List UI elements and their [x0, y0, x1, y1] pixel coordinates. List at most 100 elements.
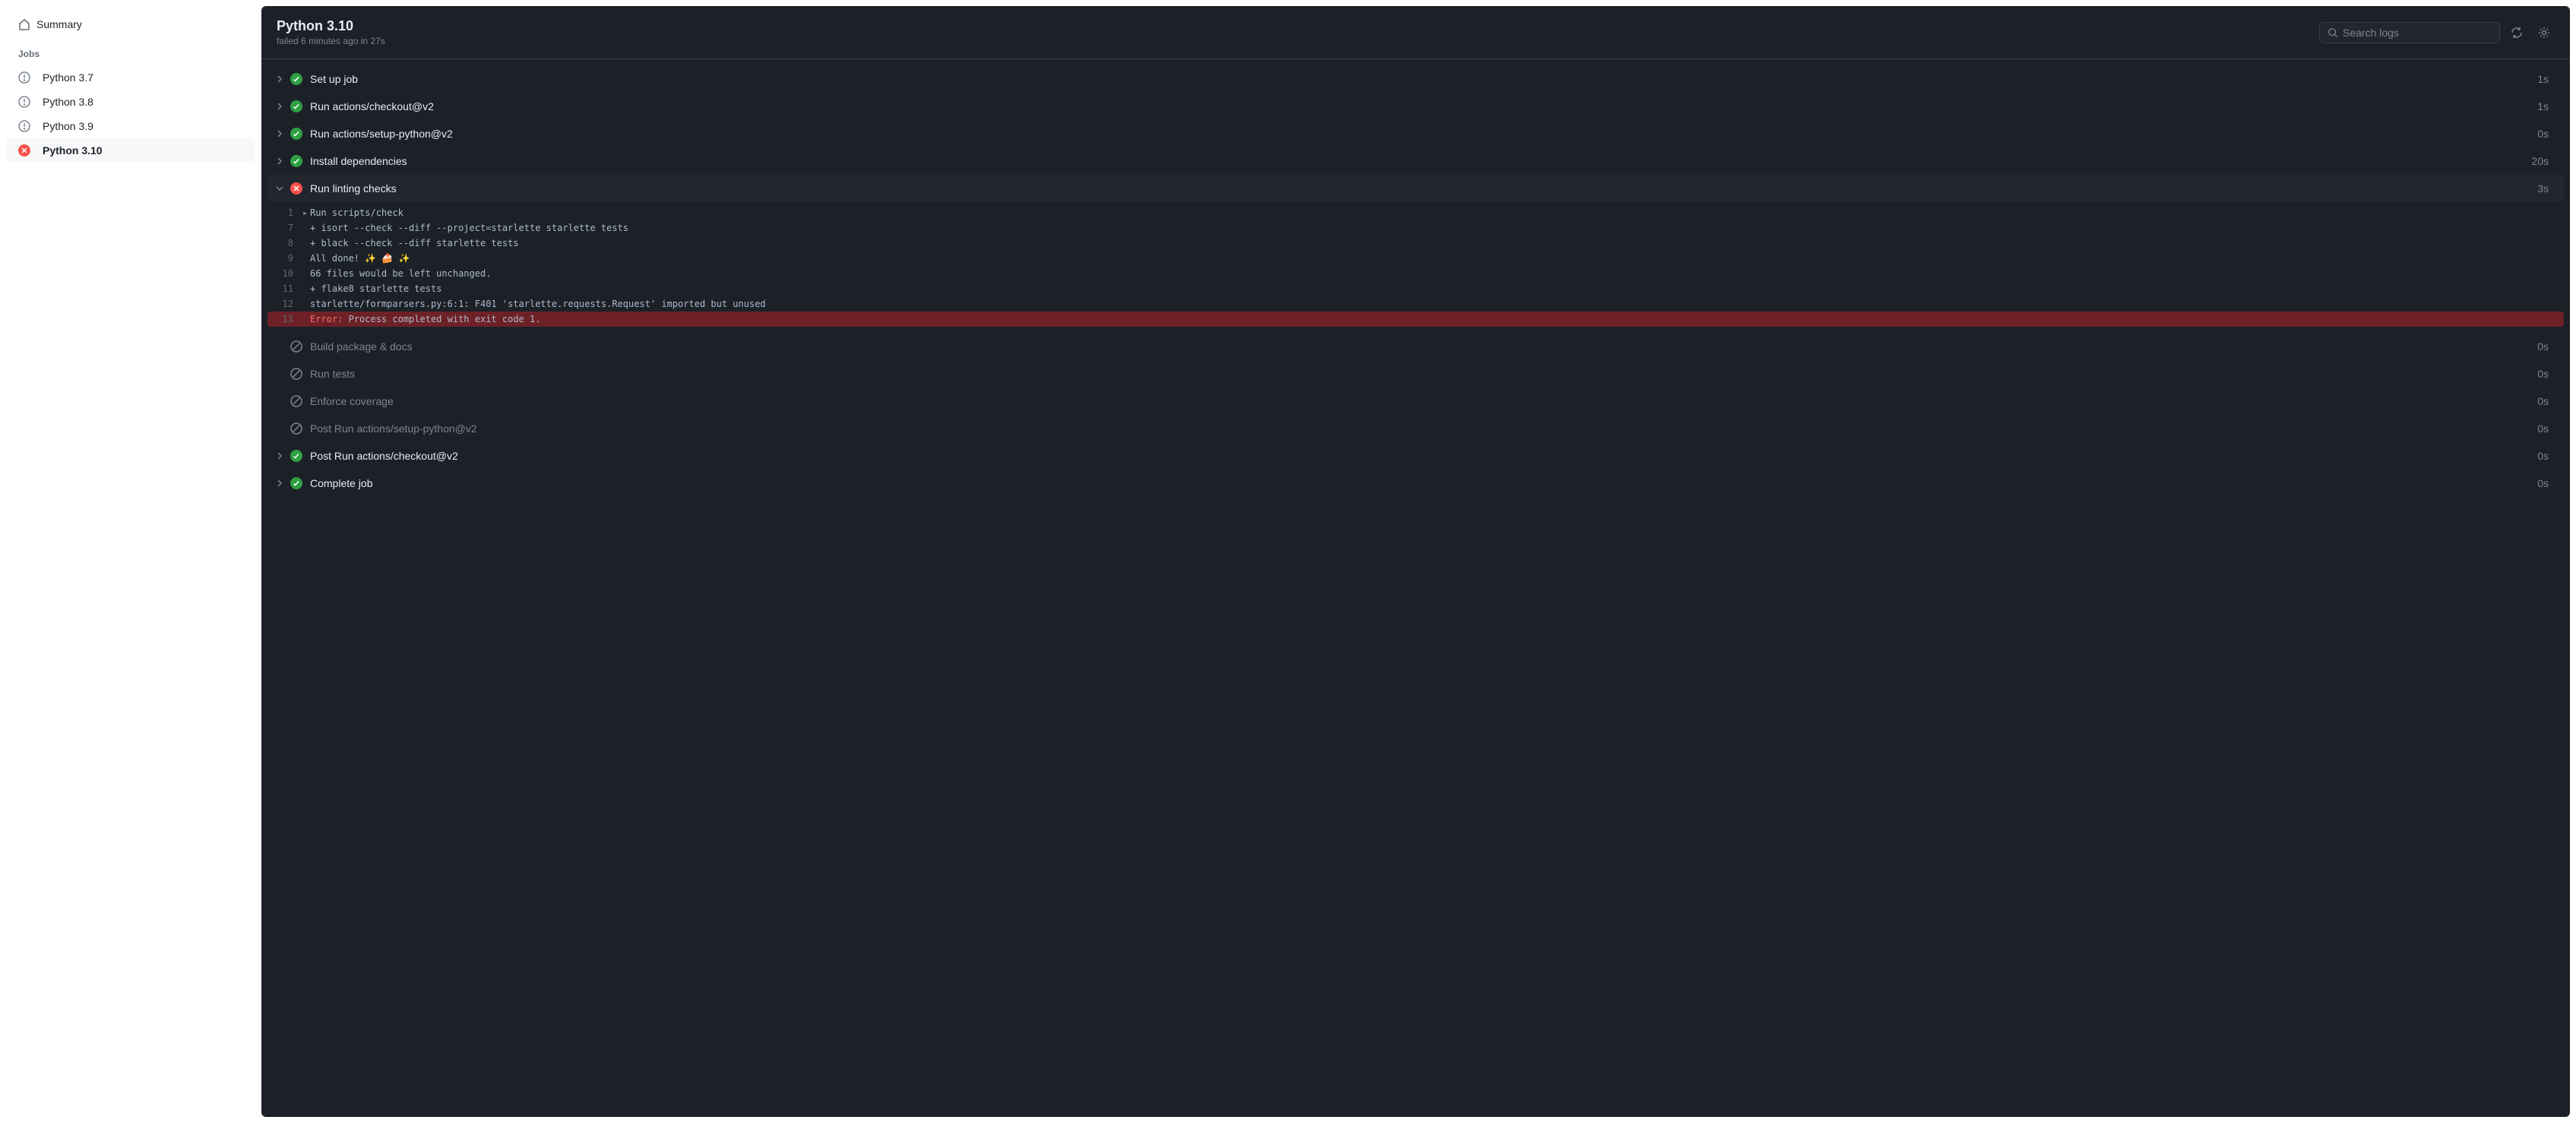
job-title: Python 3.10	[277, 18, 385, 34]
search-input[interactable]	[2343, 27, 2492, 39]
step-duration: 0s	[2537, 368, 2549, 380]
job-label: Python 3.10	[43, 144, 103, 157]
search-box[interactable]	[2319, 22, 2500, 43]
jobs-list: Python 3.7 Python 3.8 Python 3.9 Python 3.1…	[6, 65, 255, 163]
chevron-right-icon	[274, 477, 286, 489]
log-line[interactable]: 8 + black --check --diff starlette tests	[267, 236, 2564, 251]
timestamp: 6 minutes ago	[301, 36, 358, 46]
skipped-icon	[289, 366, 304, 381]
step-name: Run linting checks	[310, 182, 2537, 195]
refresh-button[interactable]	[2506, 22, 2527, 43]
step-name: Run actions/checkout@v2	[310, 100, 2537, 112]
sidebar-job-item[interactable]: Python 3.10	[6, 138, 255, 163]
line-text: All done! ✨ 🍰 ✨	[310, 251, 410, 266]
gear-icon	[2538, 27, 2550, 39]
chevron-right-icon	[274, 73, 286, 85]
log-line[interactable]: 12starlette/formparsers.py:6:1: F401 'st…	[267, 296, 2564, 312]
chevron-right-icon	[274, 155, 286, 167]
step-row[interactable]: Post Run actions/checkout@v20s	[267, 442, 2564, 470]
cancelled-icon	[18, 96, 30, 108]
sidebar: Summary Jobs Python 3.7Python 3.8Python …	[0, 0, 261, 1123]
line-number: 8	[274, 236, 302, 251]
line-number: 10	[274, 266, 302, 281]
chevron-right-icon	[274, 450, 286, 462]
line-number: 13	[274, 312, 302, 327]
log-line[interactable]: 13 Error: Process completed with exit cod…	[267, 312, 2564, 327]
step-row[interactable]: Run linting checks3s	[267, 175, 2564, 202]
step-name: Run tests	[310, 368, 2537, 380]
line-text: Error: Process completed with exit code …	[310, 312, 540, 327]
sidebar-job-item[interactable]: Python 3.8	[6, 90, 255, 114]
step-row[interactable]: Run tests0s	[267, 360, 2564, 388]
sidebar-summary[interactable]: Summary	[6, 12, 255, 36]
step-row[interactable]: Build package & docs0s	[267, 333, 2564, 360]
step-name: Run actions/setup-python@v2	[310, 128, 2537, 140]
chevron-down-icon	[274, 182, 286, 195]
home-icon	[18, 18, 30, 30]
chevron-right-icon	[274, 128, 286, 140]
step-name: Set up job	[310, 73, 2537, 85]
job-subtitle: failed 6 minutes ago in 27s	[277, 36, 385, 46]
success-icon	[289, 99, 304, 114]
step-row[interactable]: Set up job1s	[267, 65, 2564, 93]
log-line[interactable]: 1▸Run scripts/check	[267, 205, 2564, 220]
step-duration: 0s	[2537, 395, 2549, 407]
log-line[interactable]: 10 66 files would be left unchanged.	[267, 266, 2564, 281]
step-name: Enforce coverage	[310, 395, 2537, 407]
steps-list: Set up job1sRun actions/checkout@v21sRun…	[261, 59, 2570, 1117]
main: Python 3.10 failed 6 minutes ago in 27s	[261, 0, 2576, 1123]
line-gutter: ▸	[302, 205, 310, 220]
line-number: 9	[274, 251, 302, 266]
step-duration: 0s	[2537, 340, 2549, 353]
search-icon	[2328, 27, 2338, 38]
line-text: + isort --check --diff --project=starlet…	[310, 220, 628, 236]
success-icon	[289, 448, 304, 463]
sidebar-job-item[interactable]: Python 3.7	[6, 65, 255, 90]
line-gutter	[302, 281, 310, 296]
line-gutter	[302, 220, 310, 236]
step-name: Build package & docs	[310, 340, 2537, 353]
line-gutter	[302, 266, 310, 281]
log-line[interactable]: 9 All done! ✨ 🍰 ✨	[267, 251, 2564, 266]
error-label: Error:	[310, 314, 343, 324]
line-gutter	[302, 296, 310, 312]
step-row[interactable]: Install dependencies20s	[267, 147, 2564, 175]
step-duration: 3s	[2537, 182, 2549, 195]
line-gutter	[302, 251, 310, 266]
step-duration: 0s	[2537, 450, 2549, 462]
sidebar-job-item[interactable]: Python 3.9	[6, 114, 255, 138]
step-duration: 1s	[2537, 73, 2549, 85]
line-number: 7	[274, 220, 302, 236]
line-number: 11	[274, 281, 302, 296]
log-line[interactable]: 7 + isort --check --diff --project=starle…	[267, 220, 2564, 236]
log-header-left: Python 3.10 failed 6 minutes ago in 27s	[277, 18, 385, 46]
line-text: + flake8 starlette tests	[310, 281, 441, 296]
status-prefix: failed	[277, 36, 299, 46]
chevron-right-icon	[274, 100, 286, 112]
log-body: 1▸Run scripts/check7 + isort --check --di…	[267, 202, 2564, 333]
line-text: 66 files would be left unchanged.	[310, 266, 491, 281]
line-number: 12	[274, 296, 302, 312]
step-duration: 0s	[2537, 477, 2549, 489]
skipped-icon	[289, 421, 304, 436]
skipped-icon	[289, 339, 304, 354]
line-text: + black --check --diff starlette tests	[310, 236, 519, 251]
job-label: Python 3.8	[43, 96, 93, 108]
step-row[interactable]: Enforce coverage0s	[267, 388, 2564, 415]
line-text: Run scripts/check	[310, 205, 403, 220]
sidebar-summary-label: Summary	[36, 18, 82, 30]
settings-button[interactable]	[2533, 22, 2555, 43]
failed-icon	[289, 181, 304, 196]
step-row[interactable]: Run actions/setup-python@v20s	[267, 120, 2564, 147]
line-gutter	[302, 312, 310, 327]
step-row[interactable]: Post Run actions/setup-python@v20s	[267, 415, 2564, 442]
step-row[interactable]: Run actions/checkout@v21s	[267, 93, 2564, 120]
log-line[interactable]: 11 + flake8 starlette tests	[267, 281, 2564, 296]
job-label: Python 3.7	[43, 71, 93, 84]
step-row[interactable]: Complete job0s	[267, 470, 2564, 497]
success-icon	[289, 126, 304, 141]
cancelled-icon	[18, 71, 30, 84]
skipped-icon	[289, 394, 304, 409]
in-word: in	[361, 36, 368, 46]
step-duration: 20s	[2531, 155, 2549, 167]
